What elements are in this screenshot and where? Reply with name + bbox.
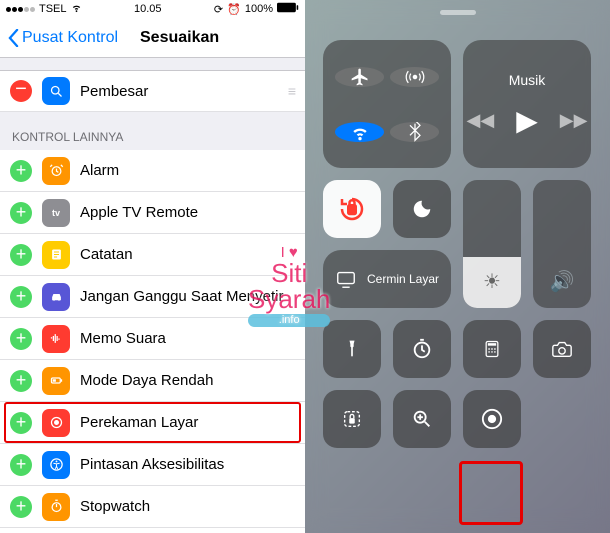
row-label: Apple TV Remote bbox=[80, 204, 198, 221]
nav-title: Sesuaikan bbox=[140, 29, 219, 47]
low-power-icon bbox=[42, 367, 70, 395]
magnifier-icon bbox=[42, 77, 70, 105]
grabber-icon[interactable] bbox=[440, 10, 476, 15]
back-label: Pusat Kontrol bbox=[22, 29, 118, 47]
music-label: Musik bbox=[509, 72, 546, 88]
row-label: Stopwatch bbox=[80, 498, 150, 515]
volume-slider[interactable]: 🔊 bbox=[533, 180, 591, 308]
next-track-icon[interactable]: ▶▶ bbox=[560, 110, 588, 131]
camera-button[interactable] bbox=[533, 320, 591, 378]
cellular-data-button[interactable] bbox=[390, 67, 439, 87]
orientation-lock-button[interactable] bbox=[323, 180, 381, 238]
carrier-label: TSEL bbox=[39, 3, 67, 15]
more-row[interactable]: Perekaman Layar bbox=[0, 402, 305, 444]
highlight-screen-record bbox=[459, 461, 523, 525]
volume-icon: 🔊 bbox=[550, 269, 575, 294]
apple-tv-icon: tv bbox=[42, 199, 70, 227]
nav-bar: Pusat Kontrol Sesuaikan bbox=[0, 18, 305, 58]
add-icon[interactable] bbox=[10, 286, 32, 308]
clock: 10.05 bbox=[134, 3, 162, 15]
add-icon[interactable] bbox=[10, 244, 32, 266]
brightness-icon: ☀ bbox=[483, 269, 501, 294]
accessibility-icon bbox=[42, 451, 70, 479]
voice-memo-icon bbox=[42, 325, 70, 353]
prev-track-icon[interactable]: ◀◀ bbox=[467, 110, 495, 131]
add-icon[interactable] bbox=[10, 160, 32, 182]
row-label: Pintasan Aksesibilitas bbox=[80, 456, 224, 473]
row-label: Pembesar bbox=[80, 83, 148, 100]
more-row[interactable]: Mode Daya Rendah bbox=[0, 360, 305, 402]
connectivity-panel[interactable] bbox=[323, 40, 451, 168]
music-panel[interactable]: Musik ◀◀ ▶ ▶▶ bbox=[463, 40, 591, 168]
magnifier-button[interactable] bbox=[393, 390, 451, 448]
screen-record-button[interactable] bbox=[463, 390, 521, 448]
reorder-icon[interactable]: ≡ bbox=[288, 83, 295, 99]
add-icon[interactable] bbox=[10, 412, 32, 434]
timer-button[interactable] bbox=[393, 320, 451, 378]
row-label: Memo Suara bbox=[80, 330, 166, 347]
brightness-slider[interactable]: ☀ bbox=[463, 180, 521, 308]
included-row[interactable]: Pembesar ≡ bbox=[0, 70, 305, 112]
wifi-button[interactable] bbox=[335, 122, 384, 142]
add-icon[interactable] bbox=[10, 370, 32, 392]
flashlight-button[interactable] bbox=[323, 320, 381, 378]
row-label: Alarm bbox=[80, 162, 119, 179]
orientation-lock-icon: ⟳ bbox=[214, 3, 223, 16]
battery-icon bbox=[277, 2, 299, 16]
screen-record-icon bbox=[42, 409, 70, 437]
calculator-button[interactable] bbox=[463, 320, 521, 378]
back-button[interactable]: Pusat Kontrol bbox=[8, 29, 118, 47]
play-icon[interactable]: ▶ bbox=[516, 104, 538, 137]
row-label: Catatan bbox=[80, 246, 133, 263]
control-center-screen: Musik ◀◀ ▶ ▶▶ Cermin Layar bbox=[305, 0, 610, 533]
more-row[interactable]: aAUkuran Teks bbox=[0, 528, 305, 533]
add-icon[interactable] bbox=[10, 496, 32, 518]
more-row[interactable]: Pintasan Aksesibilitas bbox=[0, 444, 305, 486]
add-icon[interactable] bbox=[10, 454, 32, 476]
do-not-disturb-button[interactable] bbox=[393, 180, 451, 238]
alarm-icon bbox=[42, 157, 70, 185]
wifi-icon bbox=[71, 2, 82, 16]
row-label: Mode Daya Rendah bbox=[80, 372, 213, 389]
watermark: I ♥ Siti Syarah .info bbox=[248, 245, 330, 327]
notes-icon bbox=[42, 241, 70, 269]
stopwatch-icon bbox=[42, 493, 70, 521]
section-header: KONTROL LAINNYA bbox=[0, 112, 305, 150]
remove-icon[interactable] bbox=[10, 80, 32, 102]
row-label: Perekaman Layar bbox=[80, 414, 198, 431]
signal-icon bbox=[6, 7, 35, 12]
mirror-label: Cermin Layar bbox=[367, 272, 439, 286]
car-dnd-icon bbox=[42, 283, 70, 311]
status-bar: TSEL 10.05 ⟳ ⏰ 100% bbox=[0, 0, 305, 18]
battery-percent: 100% bbox=[245, 3, 273, 15]
screen-mirroring-button[interactable]: Cermin Layar bbox=[323, 250, 451, 308]
airplane-mode-button[interactable] bbox=[335, 67, 384, 87]
accessibility-lock-button[interactable] bbox=[323, 390, 381, 448]
add-icon[interactable] bbox=[10, 202, 32, 224]
more-row[interactable]: Stopwatch bbox=[0, 486, 305, 528]
more-row[interactable]: Alarm bbox=[0, 150, 305, 192]
alarm-indicator-icon: ⏰ bbox=[227, 3, 241, 16]
more-row[interactable]: tv Apple TV Remote bbox=[0, 192, 305, 234]
add-icon[interactable] bbox=[10, 328, 32, 350]
bluetooth-button[interactable] bbox=[390, 122, 439, 142]
